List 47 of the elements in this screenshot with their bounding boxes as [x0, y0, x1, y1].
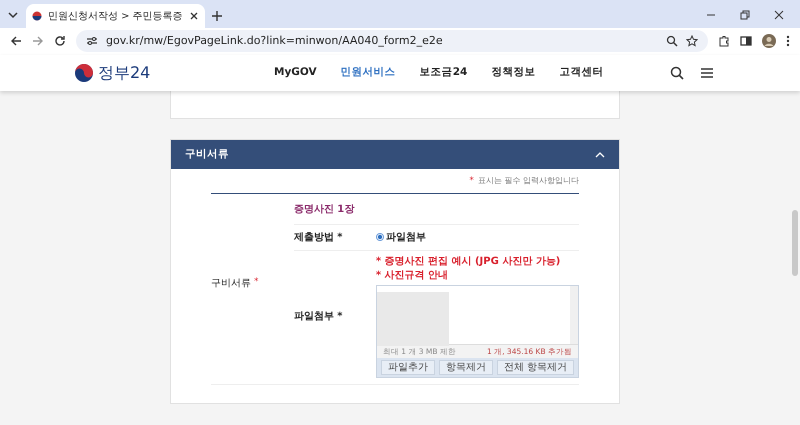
address-bar[interactable]: gov.kr/mw/EgovPageLink.do?link=minwon/AA040_form2_e2e: [76, 30, 708, 52]
radio-option[interactable]: 파일첨부: [376, 230, 426, 244]
guide-link[interactable]: * 사진규격 안내: [376, 268, 579, 282]
restore-icon[interactable]: [740, 10, 750, 20]
menu-icon[interactable]: [786, 35, 790, 47]
item-title: 증명사진 1장: [294, 194, 579, 224]
page-scrollbar[interactable]: [792, 210, 798, 276]
url-text: gov.kr/mw/EgovPageLink.do?link=minwon/AA040_form2_e2e: [106, 32, 444, 49]
file-button[interactable]: 파일추가: [380, 360, 435, 375]
field-label: 파일첨부 *: [294, 310, 344, 324]
nav-link[interactable]: MyGOV: [274, 65, 317, 81]
new-tab-icon[interactable]: [210, 10, 223, 22]
close-icon[interactable]: [774, 10, 784, 20]
taegeuk-logo-icon: [74, 63, 94, 83]
search-icon[interactable]: [670, 66, 684, 80]
nav-link[interactable]: 민원서비스: [340, 65, 396, 81]
logo-text[interactable]: 정부24: [98, 61, 150, 85]
field-label: 구비서류: [211, 277, 251, 292]
site-info-icon[interactable]: [86, 35, 98, 47]
chevron-up-icon[interactable]: [595, 150, 605, 158]
forward-icon[interactable]: [32, 35, 44, 47]
emblem-icon: [32, 11, 42, 21]
menu-icon[interactable]: [700, 66, 714, 80]
guide-link[interactable]: * 증명사진 편집 예시 (JPG 사진만 가능): [376, 254, 579, 268]
back-icon[interactable]: [10, 35, 22, 47]
tab-title: 민원신청서작성 > 주민등록증: [48, 10, 183, 24]
nav-link[interactable]: 정책정보: [491, 65, 536, 81]
section-title: 구비서류: [185, 146, 229, 162]
required-mark: *: [254, 276, 258, 290]
reload-icon[interactable]: [54, 35, 66, 47]
required-mark: *: [469, 175, 474, 188]
file-button[interactable]: 항목제거: [438, 360, 493, 375]
section-header[interactable]: 구비서류: [171, 140, 619, 169]
field-label: 제출방법 *: [294, 230, 344, 244]
nav-link[interactable]: 고객센터: [559, 65, 604, 81]
close-icon[interactable]: [188, 11, 199, 21]
zoom-icon[interactable]: [666, 35, 678, 47]
nav-link[interactable]: 보조금24: [420, 65, 468, 81]
scrollbar[interactable]: [570, 286, 578, 344]
browser-tab[interactable]: 민원신청서작성 > 주민등록증: [26, 4, 205, 28]
avatar-icon[interactable]: [762, 34, 776, 48]
file-button[interactable]: 전체 항목제거: [496, 360, 574, 375]
star-icon[interactable]: [686, 35, 698, 47]
radio-button[interactable]: [376, 233, 384, 241]
extension-icon[interactable]: [718, 35, 730, 47]
side-panel-icon[interactable]: [740, 35, 752, 47]
required-note: 표시는 필수 입력사항입니다: [478, 175, 579, 187]
